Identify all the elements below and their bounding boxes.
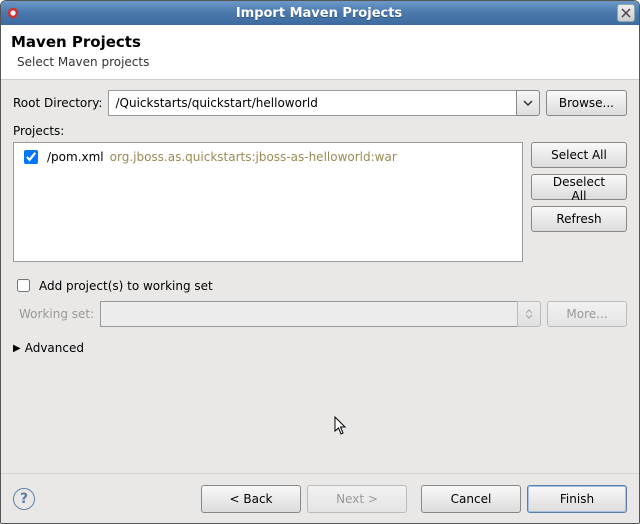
import-maven-dialog: Import Maven Projects Maven Projects Sel… bbox=[0, 0, 640, 524]
root-directory-combo[interactable] bbox=[108, 90, 539, 116]
updown-icon bbox=[525, 309, 533, 319]
projects-tree[interactable]: /pom.xml org.jboss.as.quickstarts:jboss-… bbox=[13, 142, 523, 262]
advanced-label: Advanced bbox=[25, 341, 84, 355]
workingset-more-button: More... bbox=[547, 301, 627, 327]
triangle-right-icon: ▶ bbox=[13, 343, 21, 354]
page-subtitle: Select Maven projects bbox=[11, 55, 629, 69]
window-title: Import Maven Projects bbox=[21, 6, 617, 21]
list-item[interactable]: /pom.xml org.jboss.as.quickstarts:jboss-… bbox=[20, 147, 516, 167]
finish-button[interactable]: Finish bbox=[527, 485, 627, 513]
root-directory-dropdown[interactable] bbox=[516, 90, 540, 116]
root-directory-input[interactable] bbox=[108, 90, 515, 116]
workingset-input bbox=[100, 301, 517, 327]
close-button[interactable] bbox=[617, 4, 635, 22]
titlebar[interactable]: Import Maven Projects bbox=[1, 1, 639, 25]
wizard-footer: ? < Back Next > Cancel Finish bbox=[1, 473, 639, 523]
workingset-dropdown bbox=[517, 301, 541, 327]
root-directory-label: Root Directory: bbox=[13, 96, 102, 110]
advanced-expander[interactable]: ▶ Advanced bbox=[13, 341, 627, 355]
project-pom-path: /pom.xml bbox=[47, 150, 104, 164]
browse-button[interactable]: Browse... bbox=[546, 90, 627, 116]
next-button: Next > bbox=[307, 485, 407, 513]
refresh-button[interactable]: Refresh bbox=[531, 206, 627, 232]
wizard-header: Maven Projects Select Maven projects bbox=[1, 25, 639, 80]
chevron-down-icon bbox=[523, 100, 533, 106]
back-button[interactable]: < Back bbox=[201, 485, 301, 513]
workingset-label: Working set: bbox=[13, 307, 94, 321]
project-artifact: org.jboss.as.quickstarts:jboss-as-hellow… bbox=[110, 150, 397, 164]
app-icon bbox=[5, 5, 21, 21]
project-checkbox[interactable] bbox=[24, 150, 38, 164]
cancel-button[interactable]: Cancel bbox=[421, 485, 521, 513]
workingset-combo bbox=[100, 301, 541, 327]
projects-label: Projects: bbox=[13, 124, 627, 138]
page-title: Maven Projects bbox=[11, 33, 629, 51]
add-to-workingset-label: Add project(s) to working set bbox=[39, 279, 213, 293]
deselect-all-button[interactable]: Deselect All bbox=[531, 174, 627, 200]
help-button[interactable]: ? bbox=[13, 488, 35, 510]
add-to-workingset-checkbox[interactable] bbox=[17, 279, 30, 292]
select-all-button[interactable]: Select All bbox=[531, 142, 627, 168]
